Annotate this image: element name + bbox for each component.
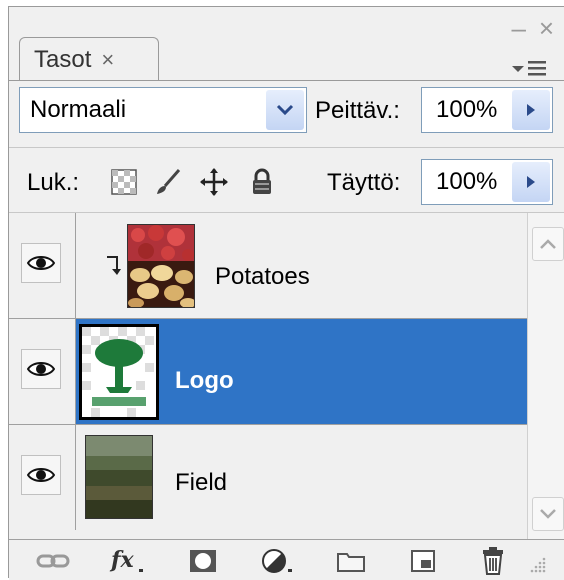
eye-icon[interactable]	[21, 243, 61, 283]
fill-field[interactable]: 100%	[421, 159, 553, 205]
chevron-down-icon[interactable]	[266, 90, 304, 130]
layer-name[interactable]: Field	[175, 469, 227, 497]
layers-scrollbar[interactable]	[527, 213, 564, 539]
tab-layers[interactable]: Tasot ×	[19, 37, 159, 81]
lock-position-move-icon[interactable]	[199, 167, 229, 197]
lock-transparent-icon[interactable]	[109, 167, 139, 197]
fill-label: Täyttö:	[327, 169, 401, 196]
eye-icon[interactable]	[21, 455, 61, 495]
layers-toolbar: fx	[9, 539, 564, 580]
clipping-arrow-icon	[105, 255, 121, 282]
layers-panel: – × Tasot × Normaali Peittäv.: 100% Luk.…	[8, 6, 564, 580]
trash-icon[interactable]	[475, 546, 511, 576]
visibility-cell[interactable]	[9, 213, 76, 318]
close-icon[interactable]: ×	[539, 15, 554, 41]
layer-name[interactable]: Logo	[175, 367, 234, 395]
panel-menu-icon[interactable]	[510, 59, 550, 77]
layer-row-field[interactable]: Field	[9, 425, 527, 531]
new-layer-icon[interactable]	[405, 546, 441, 576]
opacity-label: Peittäv.:	[315, 97, 400, 124]
visibility-cell[interactable]	[9, 319, 76, 424]
fx-icon[interactable]: fx	[109, 546, 145, 576]
chevron-right-icon[interactable]	[512, 90, 550, 130]
layer-mask-icon[interactable]	[185, 546, 221, 576]
layer-row-logo[interactable]: Logo	[9, 319, 527, 425]
svg-text:fx: fx	[109, 547, 134, 573]
layer-thumbnail-logo[interactable]	[79, 324, 159, 420]
layers-list: Potatoes Logo Field	[9, 213, 527, 539]
lock-pixels-brush-icon[interactable]	[153, 167, 183, 197]
layer-row-potatoes[interactable]: Potatoes	[9, 213, 527, 319]
tab-close-icon[interactable]: ×	[101, 47, 114, 73]
divider	[9, 80, 564, 81]
new-group-folder-icon[interactable]	[333, 546, 369, 576]
tab-label: Tasot	[34, 45, 92, 73]
divider	[9, 147, 564, 148]
adjustment-layer-icon[interactable]	[259, 546, 295, 576]
opacity-value: 100%	[436, 96, 498, 123]
blend-mode-select[interactable]: Normaali	[19, 87, 307, 133]
eye-icon[interactable]	[21, 349, 61, 389]
scroll-down-icon[interactable]	[532, 497, 564, 531]
opacity-field[interactable]: 100%	[421, 87, 553, 133]
scroll-up-icon[interactable]	[532, 227, 564, 261]
layer-name[interactable]: Potatoes	[215, 263, 310, 291]
panel-titlebar: – × Tasot ×	[9, 7, 564, 81]
minimize-icon[interactable]: –	[512, 15, 526, 41]
chevron-right-icon[interactable]	[512, 162, 550, 202]
fill-value: 100%	[436, 168, 498, 195]
visibility-cell[interactable]	[9, 425, 76, 530]
resize-grip-icon[interactable]	[523, 550, 553, 580]
layer-thumbnail-potatoes[interactable]	[127, 224, 195, 308]
blend-mode-value: Normaali	[30, 96, 127, 123]
link-layers-icon[interactable]	[35, 546, 71, 576]
layer-thumbnail-field[interactable]	[85, 435, 153, 519]
lock-label: Luk.:	[27, 169, 80, 196]
lock-all-padlock-icon[interactable]	[247, 167, 277, 197]
